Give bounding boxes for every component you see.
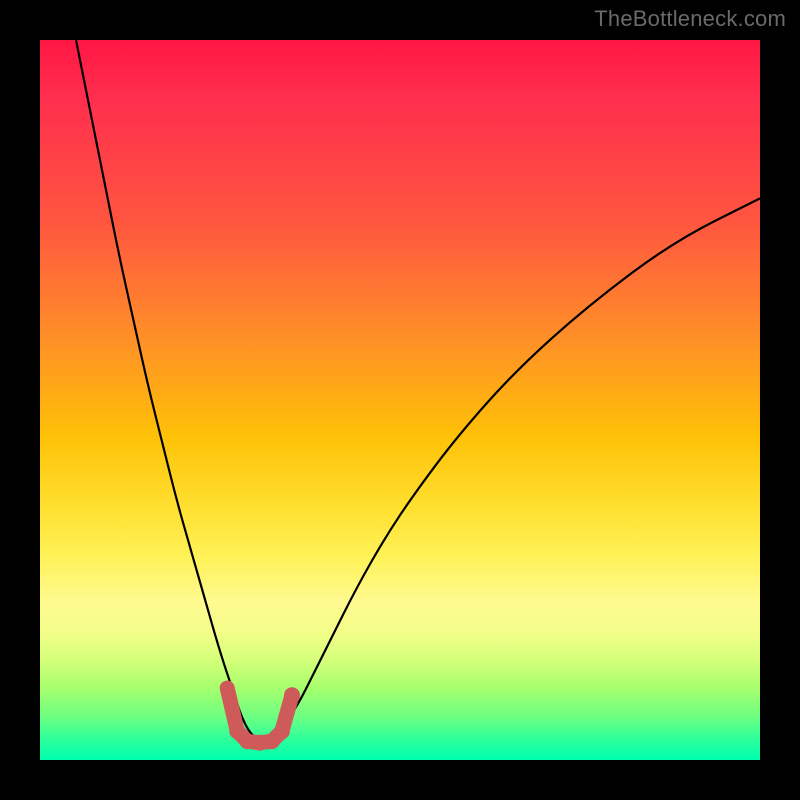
chart-frame: TheBottleneck.com [0, 0, 800, 800]
valley-markers [220, 681, 300, 751]
valley-dot [220, 681, 234, 695]
watermark-text: TheBottleneck.com [594, 6, 786, 32]
valley-dot [274, 723, 290, 739]
plot-area [40, 40, 760, 760]
curve-layer [40, 40, 760, 760]
bottleneck-curve-path [76, 40, 760, 741]
valley-dot [284, 687, 300, 703]
